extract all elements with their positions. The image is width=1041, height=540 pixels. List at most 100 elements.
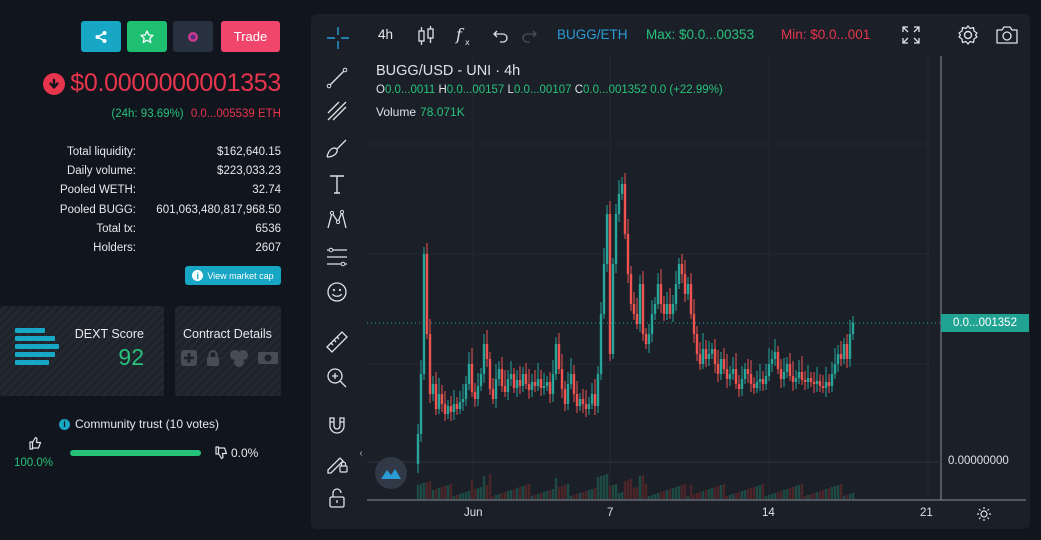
volume-bar [770, 494, 774, 499]
volume-bar [536, 494, 540, 499]
candle-body [779, 369, 783, 379]
stat-label: Holders: [93, 242, 136, 255]
candle-body [476, 386, 480, 399]
volume-bar [446, 485, 450, 499]
candle-body [614, 214, 618, 264]
candle-body [668, 304, 672, 314]
collapse-toolbar-button[interactable]: ‹ [355, 441, 367, 465]
stat-value: 601,063,480,817,968.50 [156, 203, 281, 216]
volume-bar [488, 474, 492, 499]
candle-body [596, 374, 600, 406]
view-market-cap-button[interactable]: i View market cap [185, 266, 281, 285]
candle-body [788, 364, 792, 376]
candle-body [443, 404, 447, 414]
volume-bar [737, 492, 741, 499]
thumbs-up-icon[interactable] [28, 436, 42, 450]
volume-bar [815, 492, 819, 499]
candle-body [617, 194, 621, 214]
holders-icon [230, 350, 248, 367]
candle-body [674, 284, 678, 304]
candle-body [707, 354, 711, 359]
price-value: $0.0000000001353 [70, 69, 281, 97]
volume-bar [767, 495, 771, 499]
volume-bar [485, 485, 489, 499]
candle-body [743, 369, 747, 379]
stat-label: Daily volume: [66, 164, 136, 177]
volume-bar [533, 495, 537, 499]
volume-bar [587, 490, 591, 499]
candle-body [560, 369, 564, 389]
candle-body [725, 369, 729, 379]
volume-bar [617, 493, 621, 499]
chart-title: BUGG/USD - UNI · 4h [376, 63, 521, 79]
volume-bar [746, 489, 750, 499]
candle-body [434, 384, 438, 409]
last-price-tag: 0.0...001352 [941, 314, 1029, 332]
candle-body [545, 382, 549, 386]
volume-bar [554, 478, 558, 499]
dext-score-card[interactable]: DEXT Score 92 [0, 306, 164, 396]
volume-bar [416, 485, 420, 499]
volume-bar [440, 487, 444, 499]
volume-bar [689, 485, 693, 499]
volume-bar [623, 481, 627, 499]
price-chart-panel: 4h fx BUGG/ETH Max: $0.0...00353 Min: $0… [311, 14, 1030, 529]
candle-body [752, 384, 756, 388]
favorite-button[interactable] [127, 21, 167, 52]
change-24h: (24h: 93.69%) [111, 108, 184, 120]
volume-value: 78.071K [420, 105, 465, 119]
candle-body [704, 349, 708, 359]
share-icon [95, 30, 107, 43]
share-button[interactable] [81, 21, 121, 52]
volume-bar [500, 493, 504, 499]
candle-body [797, 372, 801, 378]
candle-body [809, 378, 813, 382]
volume-bar [497, 494, 501, 499]
volume-bar [470, 480, 474, 499]
volume-bar [707, 489, 711, 499]
volume-bar [611, 485, 615, 499]
volume-bar [695, 493, 699, 499]
money-icon [258, 352, 278, 364]
stat-row: Holders: 2607 [0, 238, 281, 257]
stat-row: Total liquidity: $162,640.15 [0, 142, 281, 161]
volume-bar [749, 488, 753, 499]
candle-body [431, 384, 435, 394]
tradingview-logo[interactable] [375, 457, 407, 489]
candle-body [659, 284, 663, 304]
info-icon: i [192, 270, 204, 281]
axis-settings-icon[interactable] [976, 506, 992, 522]
volume-bar [524, 485, 528, 499]
candle-body [467, 364, 471, 384]
volume-bar [608, 486, 612, 499]
candle-body [509, 374, 513, 379]
volume-bar [665, 490, 669, 499]
contract-details-card[interactable]: Contract Details [175, 306, 281, 396]
candle-body [599, 314, 603, 374]
volume-bar [680, 485, 684, 499]
candle-body [653, 304, 657, 314]
volume-bar [593, 488, 597, 499]
thumbs-down[interactable]: 0.0% [214, 446, 258, 460]
candle-body [557, 344, 561, 369]
candle-body [515, 380, 519, 388]
price-axis-zero: 0.00000000 [948, 455, 1009, 467]
candle-body [482, 344, 486, 374]
volume-bar [725, 496, 729, 499]
volume-bar [503, 492, 507, 499]
volume-bar [539, 493, 543, 499]
trade-button[interactable]: Trade [221, 21, 280, 52]
volume-bar [449, 484, 453, 499]
uniswap-button[interactable] [173, 21, 213, 52]
ohlc-values: O0.0...0011 H0.0...00157 L0.0...00107 C0… [376, 84, 723, 96]
volume-legend: Volume 78.071K [376, 105, 723, 119]
candle-body [425, 254, 429, 334]
volume-bar [716, 486, 720, 499]
ohlc-open: 0.0...0011 [384, 84, 436, 96]
stat-value: 6536 [255, 222, 281, 235]
volume-bar [710, 488, 714, 499]
volume-bar [467, 491, 471, 499]
volume-bar [644, 484, 648, 499]
candle-body [512, 374, 516, 388]
candle-body [464, 384, 468, 399]
